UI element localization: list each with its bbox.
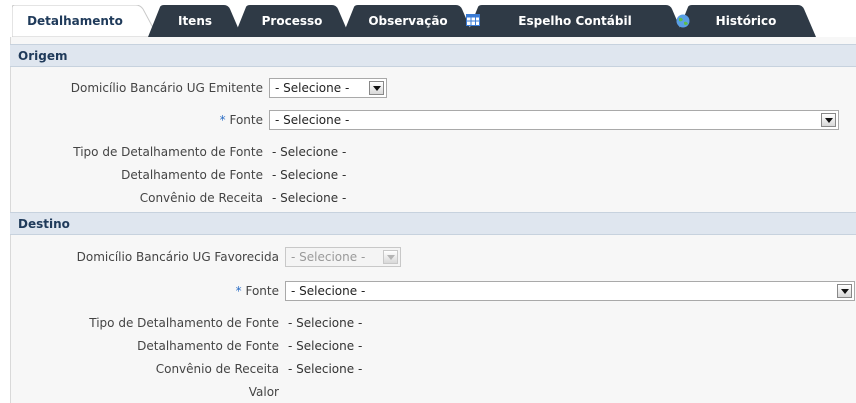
tab-label: Histórico: [715, 14, 777, 28]
select-value: - Selecione -: [291, 284, 366, 298]
label-text: Fonte: [229, 113, 263, 127]
tab-label: Processo: [261, 14, 323, 28]
value-tipo-detalhamento-destino: - Selecione -: [288, 316, 363, 330]
tab-historico[interactable]: Histórico: [676, 5, 816, 37]
label-domicilio-favorecida: Domicílio Bancário UG Favorecida: [76, 250, 279, 264]
select-fonte-destino[interactable]: - Selecione -: [285, 281, 855, 301]
chevron-down-icon[interactable]: [369, 81, 384, 95]
required-marker: *: [235, 284, 242, 298]
tab-bar: Detalhamento Itens Processo Observação E…: [0, 0, 856, 37]
value-convenio-receita-origem: - Selecione -: [272, 191, 347, 205]
value-detalhamento-fonte-origem: - Selecione -: [272, 168, 347, 182]
select-fonte-origem[interactable]: - Selecione -: [269, 110, 839, 130]
tab-detalhamento[interactable]: Detalhamento: [12, 5, 158, 37]
spreadsheet-icon: [466, 14, 480, 26]
tab-label-wrap: Espelho Contábil: [466, 14, 684, 28]
label-fonte-destino: * Fonte: [236, 284, 279, 298]
tab-label: Itens: [177, 14, 213, 28]
select-domicilio-favorecida: - Selecione -: [285, 247, 401, 267]
label-tipo-detalhamento-destino: Tipo de Detalhamento de Fonte: [89, 316, 279, 330]
label-valor: Valor: [248, 385, 279, 399]
section-header-destino: Destino: [10, 212, 856, 235]
select-domicilio-emitente[interactable]: - Selecione -: [269, 78, 387, 98]
value-tipo-detalhamento-origem: - Selecione -: [272, 145, 347, 159]
tab-itens[interactable]: Itens: [148, 5, 242, 37]
label-fonte-origem: * Fonte: [220, 113, 263, 127]
select-value: - Selecione -: [275, 81, 350, 95]
chevron-down-icon[interactable]: [837, 284, 852, 298]
tab-label: Detalhamento: [27, 14, 123, 28]
tab-espelho-contabil[interactable]: Espelho Contábil: [466, 5, 684, 37]
label-convenio-receita-origem: Convênio de Receita: [139, 191, 263, 205]
tab-label-wrap: Histórico: [676, 14, 816, 28]
label-convenio-receita-destino: Convênio de Receita: [155, 362, 279, 376]
tab-label: Observação: [368, 14, 448, 28]
tab-label: Espelho Contábil: [518, 14, 632, 28]
value-detalhamento-fonte-destino: - Selecione -: [288, 339, 363, 353]
tab-processo[interactable]: Processo: [234, 5, 350, 37]
tab-observacao[interactable]: Observação: [342, 5, 474, 37]
section-header-origem: Origem: [10, 44, 856, 67]
label-domicilio-emitente: Domicílio Bancário UG Emitente: [70, 81, 263, 95]
value-convenio-receita-destino: - Selecione -: [288, 362, 363, 376]
label-detalhamento-fonte-origem: Detalhamento de Fonte: [121, 168, 263, 182]
chevron-down-icon[interactable]: [821, 113, 836, 127]
globe-icon: [676, 14, 690, 28]
label-text: Fonte: [245, 284, 279, 298]
select-value: - Selecione -: [291, 250, 366, 264]
required-marker: *: [219, 113, 226, 127]
label-detalhamento-fonte-destino: Detalhamento de Fonte: [137, 339, 279, 353]
select-value: - Selecione -: [275, 113, 350, 127]
chevron-down-icon: [383, 250, 398, 264]
label-tipo-detalhamento-origem: Tipo de Detalhamento de Fonte: [73, 145, 263, 159]
